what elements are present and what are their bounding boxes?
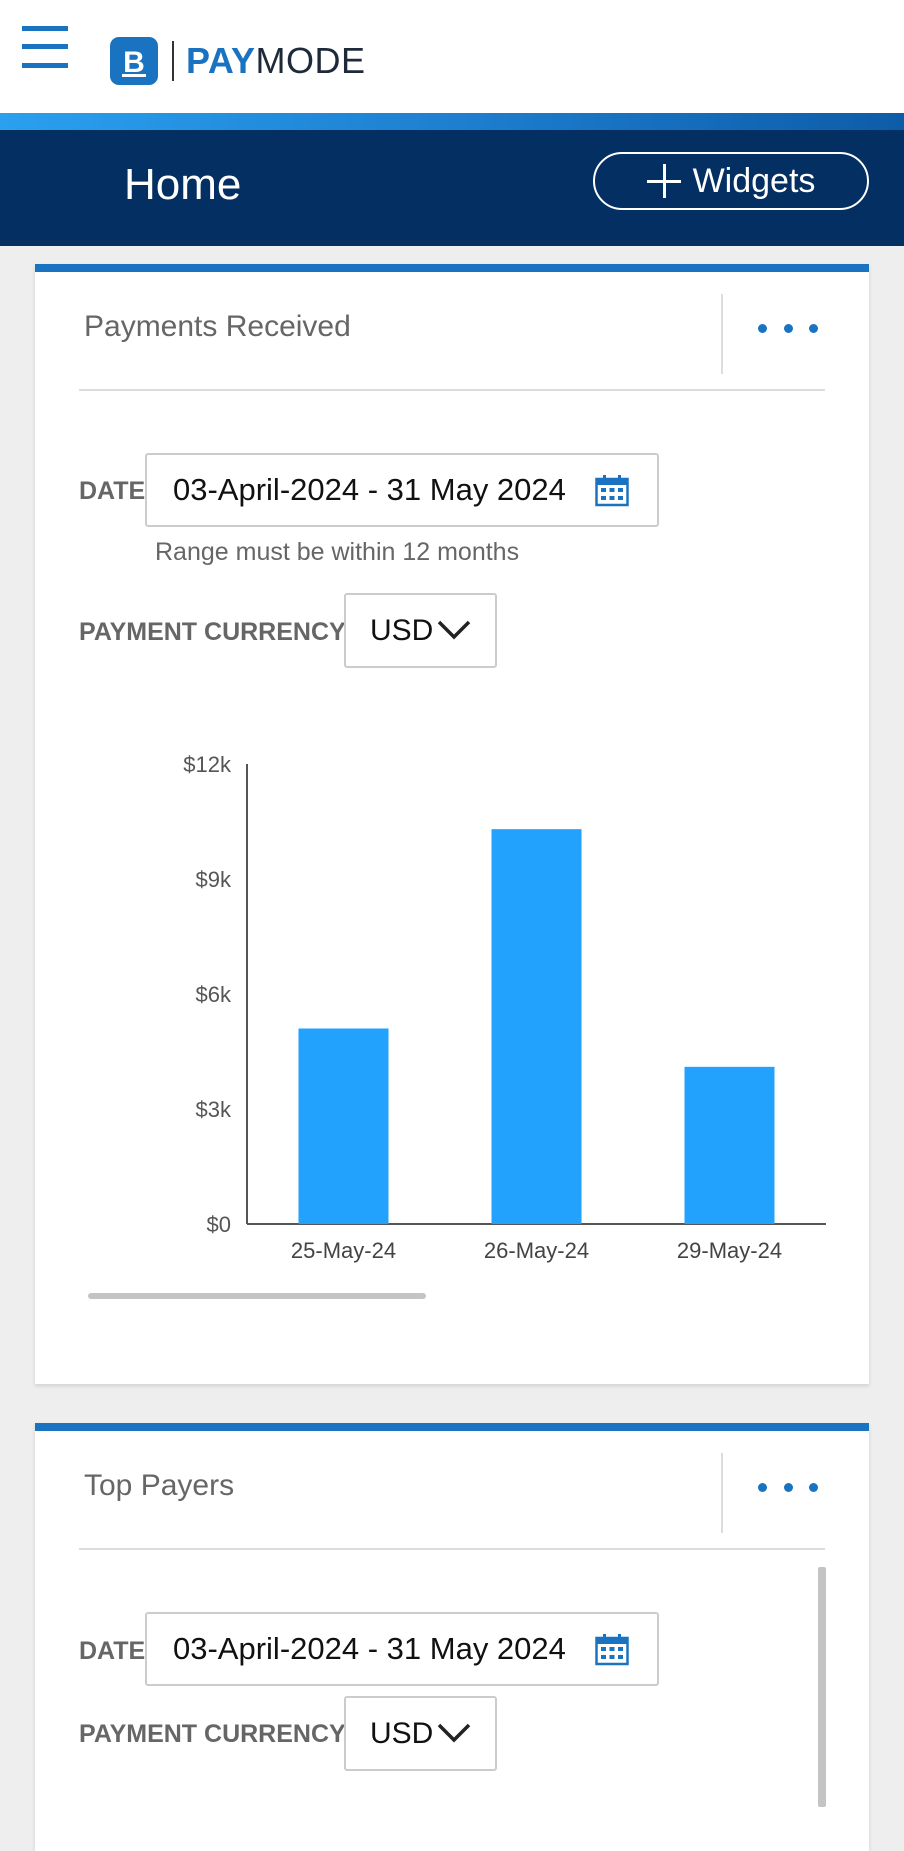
paymode-logo-badge: B bbox=[110, 37, 158, 85]
chart-x-tick-label: 26-May-24 bbox=[484, 1238, 589, 1263]
header-accent-strip bbox=[0, 113, 904, 130]
date-range-value: 03-April-2024 - 31 May 2024 bbox=[173, 1631, 566, 1666]
plus-icon bbox=[646, 164, 681, 198]
chart-bar bbox=[491, 829, 582, 1224]
more-options-icon[interactable] bbox=[753, 1475, 823, 1499]
chart-y-tick-label: $12k bbox=[183, 752, 232, 777]
add-widgets-button[interactable]: Widgets bbox=[593, 152, 869, 210]
svg-text:B: B bbox=[123, 46, 145, 78]
payment-currency-label: PAYMENT CURRENCY bbox=[79, 1720, 346, 1748]
top-payers-card: Top Payers DATE 03-April-2024 - 31 May 2… bbox=[35, 1423, 869, 1851]
card-header-divider bbox=[721, 1453, 723, 1533]
paymode-logo[interactable]: B PAYMODE bbox=[110, 36, 366, 86]
payment-currency-value: USD bbox=[370, 1716, 434, 1750]
chevron-down-icon bbox=[437, 1723, 471, 1743]
logo-divider bbox=[172, 41, 174, 81]
date-range-input[interactable]: 03-April-2024 - 31 May 2024 bbox=[145, 1612, 659, 1686]
calendar-icon[interactable] bbox=[595, 1634, 629, 1666]
add-widgets-label: Widgets bbox=[692, 161, 816, 200]
paymode-wordmark: PAYMODE bbox=[186, 40, 366, 81]
card-divider bbox=[79, 1548, 825, 1550]
chart-bar bbox=[298, 1028, 389, 1224]
page-header: Home Widgets bbox=[0, 130, 904, 246]
chart-y-tick-label: $0 bbox=[207, 1212, 231, 1237]
top-bar: B PAYMODE bbox=[0, 0, 904, 113]
card-title: Top Payers bbox=[84, 1469, 235, 1502]
chart-bar bbox=[684, 1066, 775, 1224]
page-vertical-scrollbar[interactable] bbox=[818, 1567, 826, 1807]
chart-x-tick-label: 25-May-24 bbox=[291, 1238, 396, 1263]
payments-bar-chart: $0 $3k $6k $9k $12k 25-May-24 26-May-24 29-May-… bbox=[183, 752, 826, 1263]
date-label: DATE bbox=[79, 1637, 146, 1665]
chart-horizontal-scrollbar[interactable] bbox=[88, 1293, 426, 1299]
page-title: Home bbox=[124, 160, 242, 209]
payment-currency-select[interactable]: USD bbox=[344, 1696, 497, 1771]
payments-received-card: Payments Received DATE 03-April-2024 - 3… bbox=[35, 264, 869, 1384]
hamburger-menu-icon[interactable] bbox=[22, 24, 68, 70]
chart-y-tick-label: $9k bbox=[196, 867, 232, 892]
chart-y-tick-label: $3k bbox=[196, 1097, 232, 1122]
chart-x-tick-label: 29-May-24 bbox=[677, 1238, 782, 1263]
chart-y-tick-label: $6k bbox=[196, 982, 232, 1007]
